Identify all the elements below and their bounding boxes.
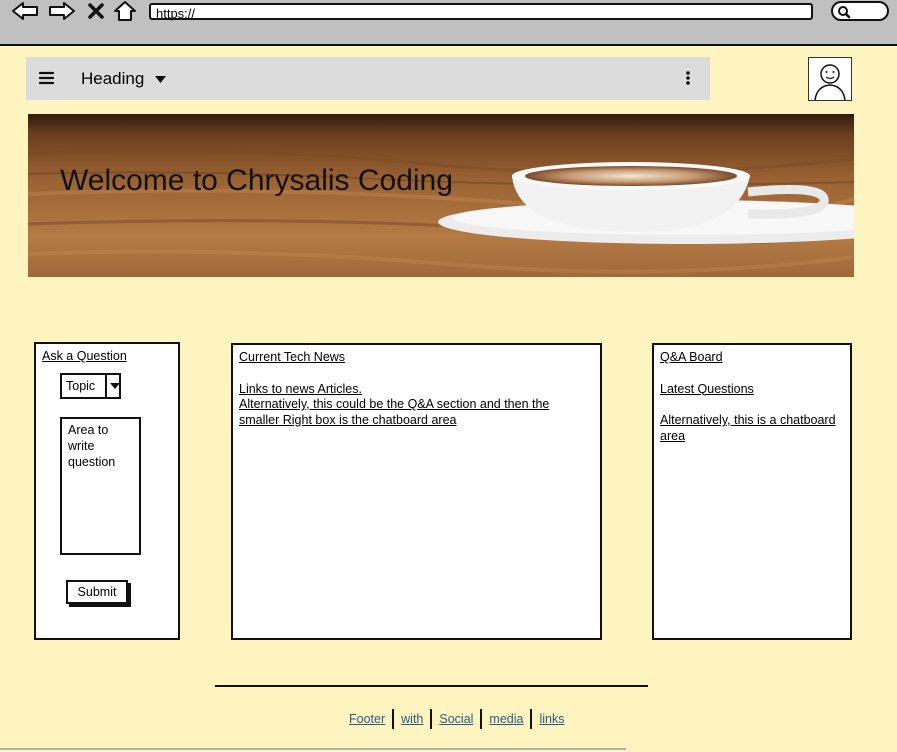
vertical-dots-icon[interactable]	[685, 71, 691, 90]
news-alt-text-line[interactable]: Alternatively, this could be the Q&A sec…	[239, 397, 549, 413]
qa-board-panel: Q&A Board Latest Questions Alternatively…	[652, 343, 852, 640]
chatboard-text-line[interactable]: Alternatively, this is a chatboard	[660, 413, 836, 429]
ask-question-link[interactable]: Ask a Question	[42, 349, 127, 365]
footer-divider	[215, 685, 648, 687]
footer-separator	[430, 709, 433, 729]
search-icon	[838, 6, 851, 19]
browser-toolbar: https://	[0, 0, 897, 46]
footer-separator	[480, 709, 483, 729]
news-articles-link[interactable]: Links to news Articles.	[239, 382, 549, 398]
footer-link[interactable]: Footer	[349, 712, 385, 726]
chatboard-text-line[interactable]: area	[660, 429, 836, 445]
footer-link[interactable]: with	[401, 712, 423, 726]
close-icon[interactable]	[86, 0, 106, 22]
tech-news-panel: Current Tech News Links to news Articles…	[231, 343, 602, 640]
page-bottom-edge	[0, 748, 626, 750]
latest-questions-link[interactable]: Latest Questions	[660, 382, 836, 398]
heading-label: Heading	[81, 69, 145, 88]
topic-select[interactable]: Topic	[60, 373, 121, 399]
hero-banner: Welcome to Chrysalis Coding	[28, 114, 854, 277]
heading-dropdown[interactable]: Heading	[81, 57, 167, 100]
footer-link[interactable]: Social	[439, 712, 473, 726]
footer-links: Footer with Social media links	[349, 708, 564, 730]
caret-down-icon	[155, 76, 167, 84]
hamburger-menu-icon[interactable]	[38, 71, 55, 90]
news-alt-text-line[interactable]: smaller Right box is the chatboard area	[239, 413, 549, 429]
forward-arrow-icon[interactable]	[47, 0, 77, 22]
browser-search-field[interactable]	[831, 1, 889, 21]
topic-dropdown-button[interactable]	[105, 375, 123, 397]
ask-question-panel: Ask a Question Topic Area to write quest…	[34, 342, 180, 640]
topic-select-value: Topic	[66, 379, 96, 393]
app-header-bar: Heading	[26, 57, 710, 100]
user-icon	[814, 64, 846, 101]
footer-separator	[530, 709, 533, 729]
footer-link[interactable]: media	[489, 712, 523, 726]
tech-news-title[interactable]: Current Tech News	[239, 350, 549, 366]
qa-board-title[interactable]: Q&A Board	[660, 350, 836, 366]
hero-title: Welcome to Chrysalis Coding	[60, 164, 453, 197]
url-bar[interactable]: https://	[149, 3, 813, 21]
footer-separator	[392, 709, 395, 729]
question-textarea[interactable]: Area to write question	[60, 417, 141, 555]
user-avatar[interactable]	[808, 57, 852, 101]
caret-down-icon	[110, 383, 120, 389]
back-arrow-icon[interactable]	[10, 0, 40, 22]
submit-button[interactable]: Submit	[66, 580, 128, 604]
home-icon[interactable]	[112, 0, 138, 22]
footer-link[interactable]: links	[539, 712, 564, 726]
